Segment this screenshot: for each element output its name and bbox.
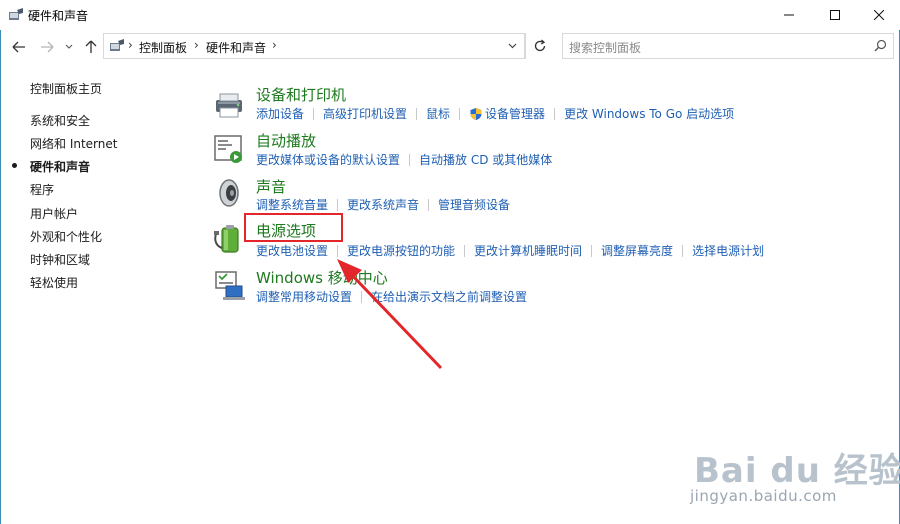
watermark-url: jingyan.baidu.com	[690, 487, 837, 505]
watermark-logo: Bai du 经验	[694, 451, 900, 491]
